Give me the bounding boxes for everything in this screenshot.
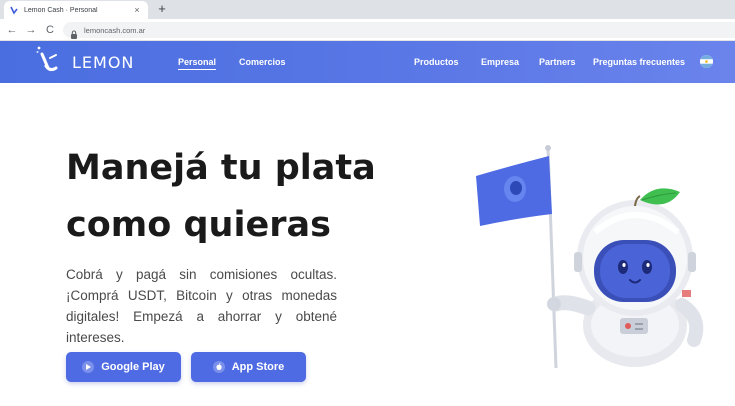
lemon-leaf-icon <box>640 188 680 205</box>
suit-hand <box>547 297 561 311</box>
nav-partners[interactable]: Partners <box>539 57 576 67</box>
flag-pole-top <box>545 145 551 151</box>
logo-text: LEMON <box>72 52 135 72</box>
tab-title: Lemon Cash · Personal <box>24 6 98 14</box>
browser-tabstrip: Lemon Cash · Personal × + <box>0 0 735 19</box>
google-play-button[interactable]: Google Play <box>66 352 181 382</box>
argentina-flag-icon[interactable] <box>700 55 713 68</box>
hero-title-line-2: como quieras <box>66 205 331 245</box>
lemon-logo[interactable]: LEMON <box>36 46 134 78</box>
tab-close-icon[interactable]: × <box>132 5 142 15</box>
apple-icon <box>212 361 225 373</box>
url-text: lemoncash.com.ar <box>84 25 146 35</box>
nav-productos[interactable]: Productos <box>414 57 459 67</box>
app-store-label: App Store <box>231 361 285 373</box>
site-header: LEMON Personal Comercios Productos Empre… <box>0 41 735 83</box>
back-button[interactable]: ← <box>5 23 19 37</box>
hero-title-line-1: Manejá tu plata <box>66 148 376 188</box>
address-bar[interactable]: lemoncash.com.ar <box>63 22 735 39</box>
nav-personal[interactable]: Personal <box>178 57 217 70</box>
nav-comercios[interactable]: Comercios <box>239 57 286 67</box>
hero-subtitle: Cobrá y pagá sin comisiones ocultas. ¡Co… <box>66 267 337 345</box>
lemon-favicon-icon <box>10 5 18 15</box>
lemon-logo-icon <box>36 46 58 72</box>
new-tab-button[interactable]: + <box>155 2 169 16</box>
app-store-button[interactable]: App Store <box>191 352 306 382</box>
lock-icon <box>70 26 78 39</box>
google-play-icon <box>82 361 95 373</box>
astronaut-lemon-illustration <box>476 145 704 369</box>
nav-empresa[interactable]: Empresa <box>481 57 519 67</box>
reload-button[interactable]: C <box>43 23 57 37</box>
patch-flag <box>682 290 691 297</box>
suit-panel <box>620 318 648 334</box>
hero-title: Manejá tu plata como quieras <box>66 140 386 254</box>
browser-toolbar: ← → C lemoncash.com.ar <box>0 19 735 41</box>
forward-button[interactable]: → <box>24 23 38 37</box>
browser-tab[interactable]: Lemon Cash · Personal × <box>4 1 148 19</box>
nav-preguntas-frecuentes[interactable]: Preguntas frecuentes <box>593 57 685 67</box>
google-play-label: Google Play <box>101 361 165 373</box>
